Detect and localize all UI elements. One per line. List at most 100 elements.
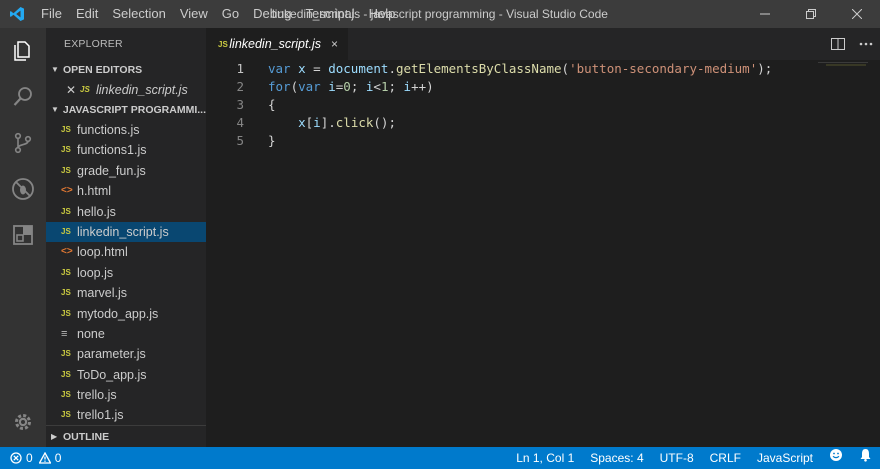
menu-edit[interactable]: Edit bbox=[69, 0, 105, 28]
code-token: = bbox=[305, 61, 329, 76]
menu-help[interactable]: Help bbox=[362, 0, 403, 28]
file-item[interactable]: JS linkedin_script.js bbox=[46, 221, 206, 243]
file-item[interactable]: <> loop.html bbox=[46, 242, 206, 262]
end-of-line[interactable]: CRLF bbox=[702, 447, 749, 469]
line-source: } bbox=[244, 132, 276, 150]
file-label: loop.js bbox=[77, 265, 114, 280]
cursor-position[interactable]: Ln 1, Col 1 bbox=[508, 447, 582, 469]
js-file-icon: JS bbox=[80, 85, 90, 94]
language-mode[interactable]: JavaScript bbox=[749, 447, 821, 469]
chevron-down-icon: ▼ bbox=[51, 65, 59, 74]
file-item[interactable]: JS hello.js bbox=[46, 202, 206, 222]
js-file-icon: JS bbox=[61, 288, 71, 298]
source-control-icon[interactable] bbox=[0, 120, 46, 166]
file-item[interactable]: JS functions1.js bbox=[46, 140, 206, 160]
file-label: trello.js bbox=[77, 388, 117, 403]
code-token: x bbox=[298, 115, 306, 130]
split-editor-icon[interactable] bbox=[824, 28, 852, 60]
indentation[interactable]: Spaces: 4 bbox=[582, 447, 651, 469]
minimap-slider[interactable] bbox=[818, 62, 868, 63]
file-item[interactable]: JS grade_fun.js bbox=[46, 161, 206, 181]
warning-count: 0 bbox=[54, 451, 62, 465]
menu-go[interactable]: Go bbox=[215, 0, 246, 28]
feedback-smiley-icon[interactable] bbox=[821, 447, 851, 469]
menu-selection[interactable]: Selection bbox=[105, 0, 172, 28]
encoding[interactable]: UTF-8 bbox=[652, 447, 702, 469]
tab-linkedin-script[interactable]: JS linkedin_script.js × bbox=[206, 28, 348, 60]
menu-bar: File Edit Selection View Go Debug Terminal Help bbox=[34, 0, 402, 28]
code-editor[interactable]: 1 var x = document.getElementsByClassName… bbox=[206, 60, 880, 150]
code-token: (); bbox=[373, 115, 396, 130]
editor-area: JS linkedin_script.js × 1 var x = documen… bbox=[206, 28, 880, 447]
menu-debug[interactable]: Debug bbox=[246, 0, 298, 28]
notifications-bell-icon[interactable] bbox=[851, 447, 880, 469]
close-window-button[interactable] bbox=[834, 0, 880, 28]
close-editor-icon[interactable]: ✕ bbox=[66, 80, 80, 100]
error-count: 0 bbox=[26, 451, 33, 465]
editor-actions bbox=[824, 28, 880, 60]
close-icon bbox=[852, 9, 862, 19]
problems-indicator[interactable]: 0 0 bbox=[0, 451, 61, 465]
file-item[interactable]: JS mytodo_app.js bbox=[46, 304, 206, 324]
file-item[interactable]: JS ToDo_app.js bbox=[46, 365, 206, 385]
open-editor-item[interactable]: ✕ JS linkedin_script.js bbox=[46, 80, 206, 100]
line-source: x[i].click(); bbox=[244, 114, 396, 132]
js-file-icon: JS bbox=[61, 308, 71, 318]
file-label: trello1.js bbox=[77, 408, 124, 423]
code-token: ; bbox=[388, 79, 404, 94]
file-item[interactable]: JS parameter.js bbox=[46, 344, 206, 364]
file-label: linkedin_script.js bbox=[77, 224, 169, 239]
title-bar: File Edit Selection View Go Debug Terminal Help… bbox=[0, 0, 880, 28]
sidebar-title: EXPLORER bbox=[64, 38, 123, 50]
close-tab-icon[interactable]: × bbox=[331, 37, 338, 51]
extensions-icon[interactable] bbox=[0, 212, 46, 258]
code-token: getElementsByClassName bbox=[395, 61, 562, 76]
debug-icon[interactable] bbox=[0, 166, 46, 212]
folder-header[interactable]: ▼ JAVASCRIPT PROGRAMMI... bbox=[46, 100, 206, 120]
error-icon bbox=[10, 452, 22, 464]
file-item[interactable]: <> h.html bbox=[46, 181, 206, 201]
file-label: ToDo_app.js bbox=[77, 367, 147, 382]
settings-gear-icon[interactable] bbox=[0, 399, 46, 445]
html-file-icon: <> bbox=[61, 246, 73, 258]
minimize-button[interactable] bbox=[742, 0, 788, 28]
file-item[interactable]: JS functions.js bbox=[46, 120, 206, 140]
file-label: grade_fun.js bbox=[77, 163, 146, 178]
line-source: var x = document.getElementsByClassName(… bbox=[244, 60, 772, 78]
code-token: } bbox=[268, 133, 276, 148]
menu-file[interactable]: File bbox=[34, 0, 69, 28]
open-editors-header[interactable]: ▼ OPEN EDITORS bbox=[46, 60, 206, 80]
open-editors-label: OPEN EDITORS bbox=[63, 64, 143, 76]
line-source: for(var i=0; i<1; i++) bbox=[244, 78, 434, 96]
file-item[interactable]: JS marvel.js bbox=[46, 283, 206, 303]
code-token: var bbox=[298, 79, 321, 94]
code-token: 0 bbox=[343, 79, 351, 94]
explorer-icon[interactable] bbox=[0, 28, 46, 74]
minimap[interactable] bbox=[826, 64, 866, 66]
code-token: i bbox=[313, 115, 321, 130]
outline-header[interactable]: ▶ OUTLINE bbox=[46, 425, 206, 447]
line-number: 3 bbox=[236, 97, 244, 112]
chevron-down-icon: ▼ bbox=[51, 105, 59, 114]
file-item[interactable]: JS trello.js bbox=[46, 385, 206, 405]
menu-view[interactable]: View bbox=[173, 0, 215, 28]
js-file-icon: JS bbox=[61, 267, 71, 277]
file-label: parameter.js bbox=[77, 347, 146, 362]
js-file-icon: JS bbox=[61, 125, 71, 134]
file-item[interactable]: ≡ none bbox=[46, 324, 206, 344]
restore-button[interactable] bbox=[788, 0, 834, 28]
menu-terminal[interactable]: Terminal bbox=[298, 0, 361, 28]
text-file-icon: ≡ bbox=[61, 327, 68, 340]
file-item[interactable]: JS trello1.js bbox=[46, 405, 206, 425]
search-icon[interactable] bbox=[0, 74, 46, 120]
code-token: . bbox=[388, 61, 396, 76]
more-actions-icon[interactable] bbox=[852, 28, 880, 60]
file-item[interactable]: JS loop.js bbox=[46, 263, 206, 283]
js-file-icon: JS bbox=[61, 410, 71, 420]
vscode-logo-icon bbox=[0, 0, 34, 28]
code-token: < bbox=[373, 79, 381, 94]
restore-icon bbox=[806, 9, 816, 19]
open-editor-label: linkedin_script.js bbox=[96, 83, 188, 97]
code-line: 5} bbox=[206, 132, 880, 150]
